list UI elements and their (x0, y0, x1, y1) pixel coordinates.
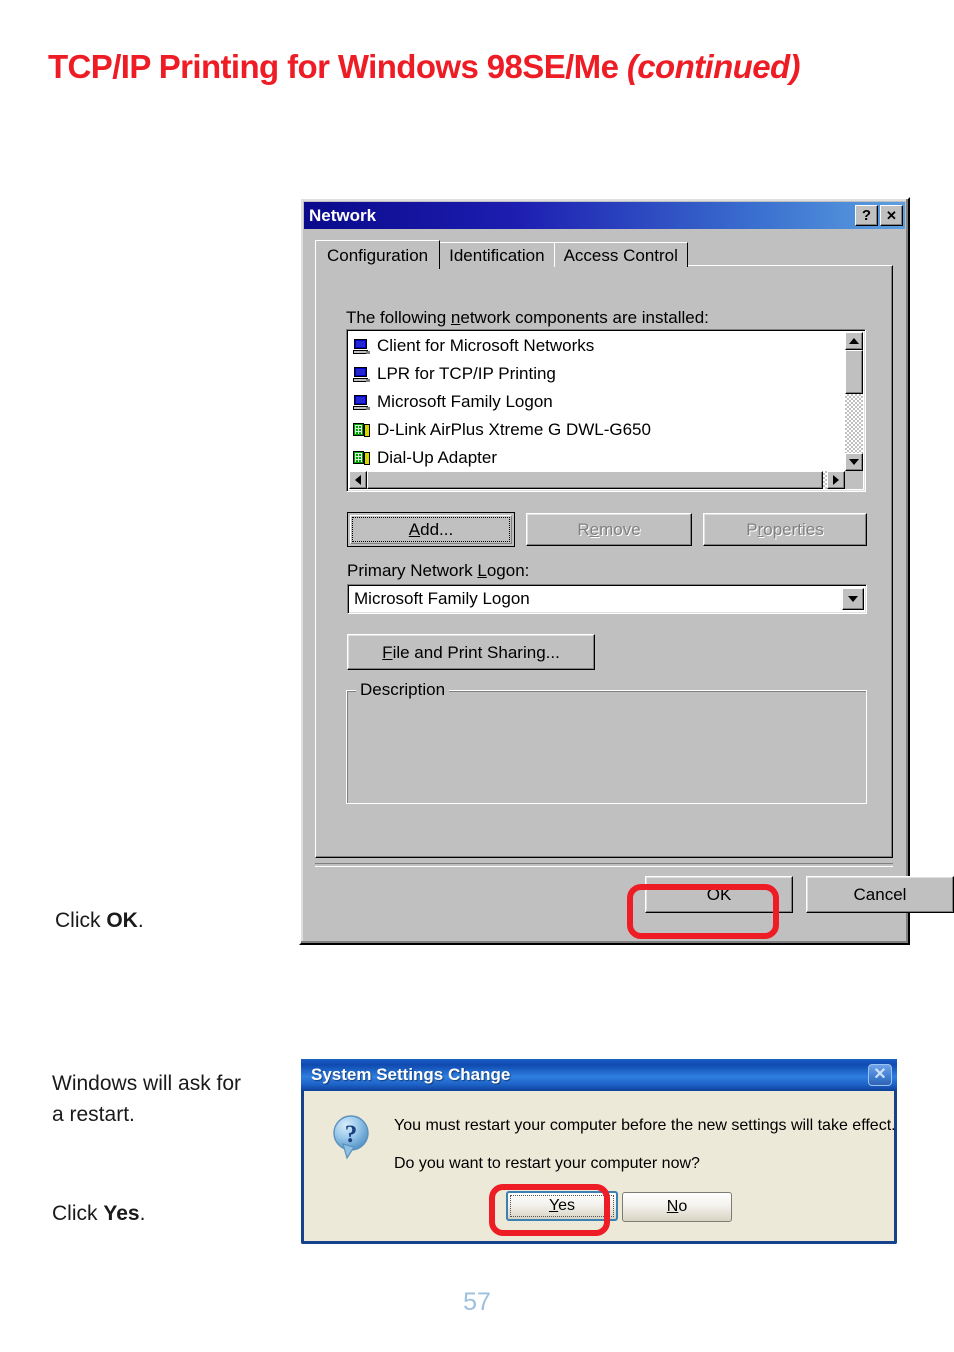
list-item[interactable]: D-Link AirPlus Xtreme G DWL-G650 (349, 416, 845, 444)
listbox-horizontal-scrollbar[interactable] (349, 471, 845, 489)
instruction-restart-note: Windows will ask for a restart. (52, 1068, 292, 1130)
dialog-separator (315, 863, 893, 867)
page-title-main: TCP/IP Printing for Windows 98SE/Me (48, 48, 619, 85)
restart-message-line2: Do you want to restart your computer now… (394, 1155, 700, 1172)
description-groupbox: Description (346, 681, 867, 804)
add-button[interactable]: Add... (347, 512, 515, 547)
no-button[interactable]: No (622, 1192, 732, 1222)
ok-button-label: OK (706, 885, 732, 904)
page-title: TCP/IP Printing for Windows 98SE/Me (con… (48, 48, 801, 86)
components-label: The following network components are ins… (346, 308, 709, 327)
list-item-label: Client for Microsoft Networks (377, 336, 595, 355)
restart-dialog-title: System Settings Change (311, 1065, 511, 1084)
question-icon: ? (333, 1115, 369, 1160)
network-components-list: Client for Microsoft Networks LPR for TC… (349, 332, 845, 471)
instruction-restart-line2: a restart. (52, 1103, 135, 1126)
configuration-tab-panel: The following network components are ins… (315, 265, 893, 858)
scrollbar-corner (845, 471, 863, 489)
cancel-button[interactable]: Cancel (806, 876, 954, 913)
list-item-label: LPR for TCP/IP Printing (377, 364, 556, 383)
network-adapter-icon (353, 450, 370, 466)
list-item[interactable]: Microsoft Family Logon (349, 388, 845, 416)
tab-configuration[interactable]: Configuration (315, 240, 441, 269)
computer-icon (353, 338, 370, 354)
scroll-right-icon[interactable] (827, 471, 845, 489)
close-icon[interactable]: ✕ (868, 1064, 892, 1086)
instruction-restart-line1: Windows will ask for (52, 1072, 242, 1095)
network-adapter-icon (353, 422, 370, 438)
restart-message-line1: You must restart your computer before th… (394, 1117, 896, 1134)
list-item[interactable]: Dial-Up Adapter (349, 444, 845, 471)
page-title-continued: (continued) (626, 48, 801, 85)
cancel-button-label: Cancel (853, 885, 907, 904)
description-legend: Description (356, 681, 450, 698)
no-button-label: No (666, 1198, 688, 1215)
list-item[interactable]: LPR for TCP/IP Printing (349, 360, 845, 388)
file-print-sharing-button[interactable]: File and Print Sharing... (347, 634, 595, 670)
list-item-label: D-Link AirPlus Xtreme G DWL-G650 (377, 420, 651, 439)
ok-button[interactable]: OK (645, 876, 793, 913)
vertical-scroll-thumb[interactable] (845, 350, 863, 394)
list-item-label: Dial-Up Adapter (377, 448, 498, 467)
svg-text:?: ? (345, 1121, 358, 1148)
remove-button[interactable]: Remove (526, 513, 692, 546)
primary-logon-label: Primary Network Logon: (347, 561, 530, 580)
network-dialog-tabs: Configuration Identification Access Cont… (315, 239, 688, 269)
network-components-listbox[interactable]: Client for Microsoft Networks LPR for TC… (346, 329, 866, 492)
remove-button-label: Remove (577, 520, 641, 539)
scroll-left-icon[interactable] (349, 471, 367, 489)
properties-button-label: Properties (746, 520, 824, 539)
yes-button[interactable]: Yes (506, 1191, 618, 1221)
instruction-click-yes: Click Yes. (52, 1202, 146, 1225)
scroll-down-icon[interactable] (845, 453, 863, 471)
listbox-vertical-scrollbar[interactable] (845, 332, 863, 471)
tab-identification[interactable]: Identification (439, 242, 555, 267)
tab-access-control[interactable]: Access Control (553, 242, 688, 267)
file-print-sharing-label: File and Print Sharing... (382, 642, 560, 662)
primary-logon-select[interactable]: Microsoft Family Logon (347, 584, 867, 614)
list-item[interactable]: Client for Microsoft Networks (349, 332, 845, 360)
horizontal-scroll-thumb[interactable] (367, 471, 823, 489)
system-settings-change-dialog: System Settings Change ✕ ? You must rest… (301, 1059, 897, 1244)
primary-logon-value: Microsoft Family Logon (354, 589, 530, 608)
properties-button[interactable]: Properties (703, 513, 867, 546)
computer-icon (353, 366, 370, 382)
chevron-down-icon[interactable] (842, 588, 864, 610)
scroll-up-icon[interactable] (845, 332, 863, 350)
restart-dialog-titlebar: System Settings Change ✕ (301, 1059, 897, 1091)
instruction-click-ok: Click OK. (55, 909, 144, 932)
list-item-label: Microsoft Family Logon (377, 392, 553, 411)
network-dialog-titlebar: Network ? ✕ (304, 202, 905, 229)
computer-icon (353, 394, 370, 410)
page-number: 57 (463, 1288, 491, 1316)
network-dialog: Network ? ✕ Configuration Identification… (299, 197, 954, 945)
close-icon[interactable]: ✕ (880, 205, 903, 226)
network-dialog-title: Network (309, 205, 377, 225)
help-icon[interactable]: ? (855, 205, 878, 226)
